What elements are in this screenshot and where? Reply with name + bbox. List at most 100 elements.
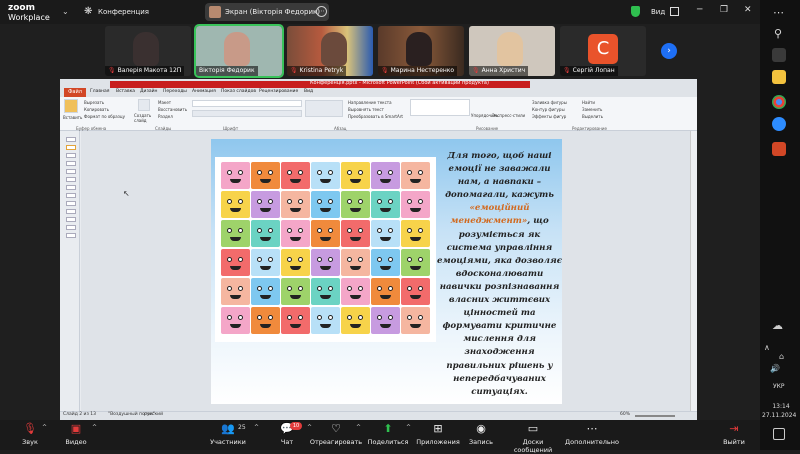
video-options-caret[interactable]: ^ — [92, 424, 97, 431]
record-button[interactable]: ◉ Запись — [451, 422, 511, 446]
emoji-face — [401, 249, 430, 276]
emoji-feature — [317, 228, 322, 233]
more-icon[interactable]: ⋯ — [773, 6, 784, 19]
menu-slideshow[interactable]: Показ слайдов — [221, 89, 256, 94]
align-text-button[interactable]: Выровнять текст — [348, 107, 384, 112]
layout-button[interactable]: Макет — [158, 100, 171, 105]
menu-design[interactable]: Дизайн — [140, 89, 157, 94]
participant-tile[interactable]: 🎙 Kristina Petryk — [287, 26, 373, 76]
task-view-icon[interactable] — [772, 48, 786, 62]
slide-thumbnail[interactable] — [66, 169, 76, 174]
grid-icon[interactable] — [670, 7, 679, 16]
close-icon[interactable]: ✕ — [744, 5, 752, 15]
slide-thumbnail[interactable] — [66, 153, 76, 158]
emoji-face — [371, 162, 400, 189]
new-slide-icon[interactable] — [138, 99, 150, 111]
participant-name: Вікторія Федорик — [196, 66, 258, 76]
minimize-icon[interactable]: ─ — [697, 5, 702, 15]
text-direction-button[interactable]: Направление текста — [348, 100, 392, 105]
meeting-label[interactable]: Конференция — [98, 8, 149, 16]
paragraph-controls[interactable] — [305, 100, 343, 117]
more-options-icon[interactable]: ⋯ — [316, 6, 327, 17]
menu-insert[interactable]: Вставка — [116, 89, 135, 94]
keyboard-language[interactable]: УКР — [773, 383, 785, 390]
font-family-select[interactable] — [192, 100, 302, 107]
paste-button[interactable]: Вставить — [63, 115, 82, 120]
slide-thumbnail[interactable] — [66, 209, 76, 214]
emoji-feature — [328, 286, 333, 291]
menu-review[interactable]: Рецензирование — [259, 89, 298, 94]
weather-icon[interactable]: ☁ — [772, 319, 783, 332]
tray-chevron-icon[interactable]: ∧ — [764, 343, 770, 352]
chevron-down-icon[interactable]: ⌄ — [62, 7, 69, 16]
zoom-app-icon[interactable] — [772, 117, 786, 131]
copy-button[interactable]: Копировать — [84, 107, 109, 112]
more-button[interactable]: ⋯ Дополнительно — [562, 422, 622, 446]
menu-home[interactable]: Главная — [90, 89, 109, 94]
menu-animations[interactable]: Анимация — [192, 89, 216, 94]
find-button[interactable]: Найти — [582, 100, 595, 105]
replace-button[interactable]: Заменить — [582, 107, 602, 112]
next-participants-button[interactable]: › — [661, 43, 677, 59]
shape-outline-button[interactable]: Контур фигуры — [532, 107, 565, 112]
chrome-icon[interactable] — [772, 95, 786, 109]
emoji-feature — [260, 324, 271, 328]
clock-time[interactable]: 13:14 — [768, 403, 794, 410]
cut-button[interactable]: Вырезать — [84, 100, 104, 105]
slide-thumbnails-panel[interactable] — [60, 131, 80, 411]
slide-thumbnail[interactable] — [66, 185, 76, 190]
slide-thumbnail[interactable] — [66, 161, 76, 166]
slide-thumbnail[interactable] — [66, 137, 76, 142]
new-slide-button[interactable]: Создать слайд — [134, 113, 154, 123]
status-zoom-level[interactable]: 60% — [620, 412, 630, 417]
zoom-slider[interactable] — [635, 415, 675, 417]
emoji-face — [221, 220, 250, 247]
shape-effects-button[interactable]: Эффекты фигур — [532, 114, 566, 119]
leave-button-content[interactable]: ⇥ Выйти — [704, 422, 764, 446]
section-button[interactable]: Раздел — [158, 114, 173, 119]
quick-styles-button[interactable]: Экспресс-стили — [492, 113, 525, 118]
slide-thumbnail[interactable] — [66, 233, 76, 238]
shape-fill-button[interactable]: Заливка фигуры — [532, 100, 567, 105]
clock-date[interactable]: 27.11.2024 — [762, 412, 796, 419]
menu-file[interactable]: Файл — [64, 88, 86, 97]
slide-thumbnail[interactable] — [66, 177, 76, 182]
maximize-icon[interactable]: ❐ — [720, 5, 728, 15]
menu-view[interactable]: Вид — [304, 89, 313, 94]
participant-tile[interactable]: 🎙 Валерія Макота 12П — [105, 26, 191, 76]
emoji-feature — [347, 199, 352, 204]
participant-tile[interactable]: С 🎙 Сергій Лопан — [560, 26, 646, 76]
volume-icon[interactable]: 🔊 — [770, 364, 780, 373]
network-icon[interactable]: ⌂ — [779, 352, 784, 361]
participant-name-text: Анна Христич — [481, 67, 526, 74]
font-format-row[interactable] — [192, 110, 302, 117]
notification-icon[interactable] — [773, 428, 785, 440]
participant-tile[interactable]: 🎙 Марина Нестеренко — [378, 26, 464, 76]
participant-tile[interactable]: Вікторія Федорик — [194, 24, 284, 78]
participant-name-text: Марина Нестеренко — [390, 67, 455, 74]
participants-button[interactable]: 👥 Участники — [198, 422, 258, 446]
view-label[interactable]: Вид — [651, 8, 665, 16]
emoji-face — [251, 278, 280, 305]
select-button[interactable]: Выделить — [582, 114, 603, 119]
search-icon[interactable]: ⚲ — [774, 27, 782, 40]
powerpoint-icon[interactable] — [772, 142, 786, 156]
file-explorer-icon[interactable] — [772, 70, 786, 84]
paste-icon[interactable] — [64, 99, 78, 113]
participant-tile[interactable]: 🎙 Анна Христич — [469, 26, 555, 76]
emoji-feature — [230, 324, 241, 328]
emoji-feature — [238, 315, 243, 320]
reset-button[interactable]: Восстановить — [158, 107, 187, 112]
vertical-scrollbar[interactable] — [690, 131, 697, 411]
slide-thumbnail[interactable] — [66, 193, 76, 198]
slide-thumbnail[interactable] — [66, 225, 76, 230]
slide-thumbnail[interactable] — [66, 201, 76, 206]
whiteboards-button[interactable]: ▭ Доски сообщений — [503, 422, 563, 454]
shapes-gallery[interactable] — [410, 99, 470, 116]
slide-thumbnail[interactable] — [66, 145, 76, 150]
shield-icon[interactable] — [631, 6, 640, 17]
format-painter-button[interactable]: Формат по образцу — [84, 114, 125, 119]
menu-transitions[interactable]: Переходы — [163, 89, 187, 94]
slide-thumbnail[interactable] — [66, 217, 76, 222]
smartart-button[interactable]: Преобразовать в SmartArt — [348, 114, 403, 119]
